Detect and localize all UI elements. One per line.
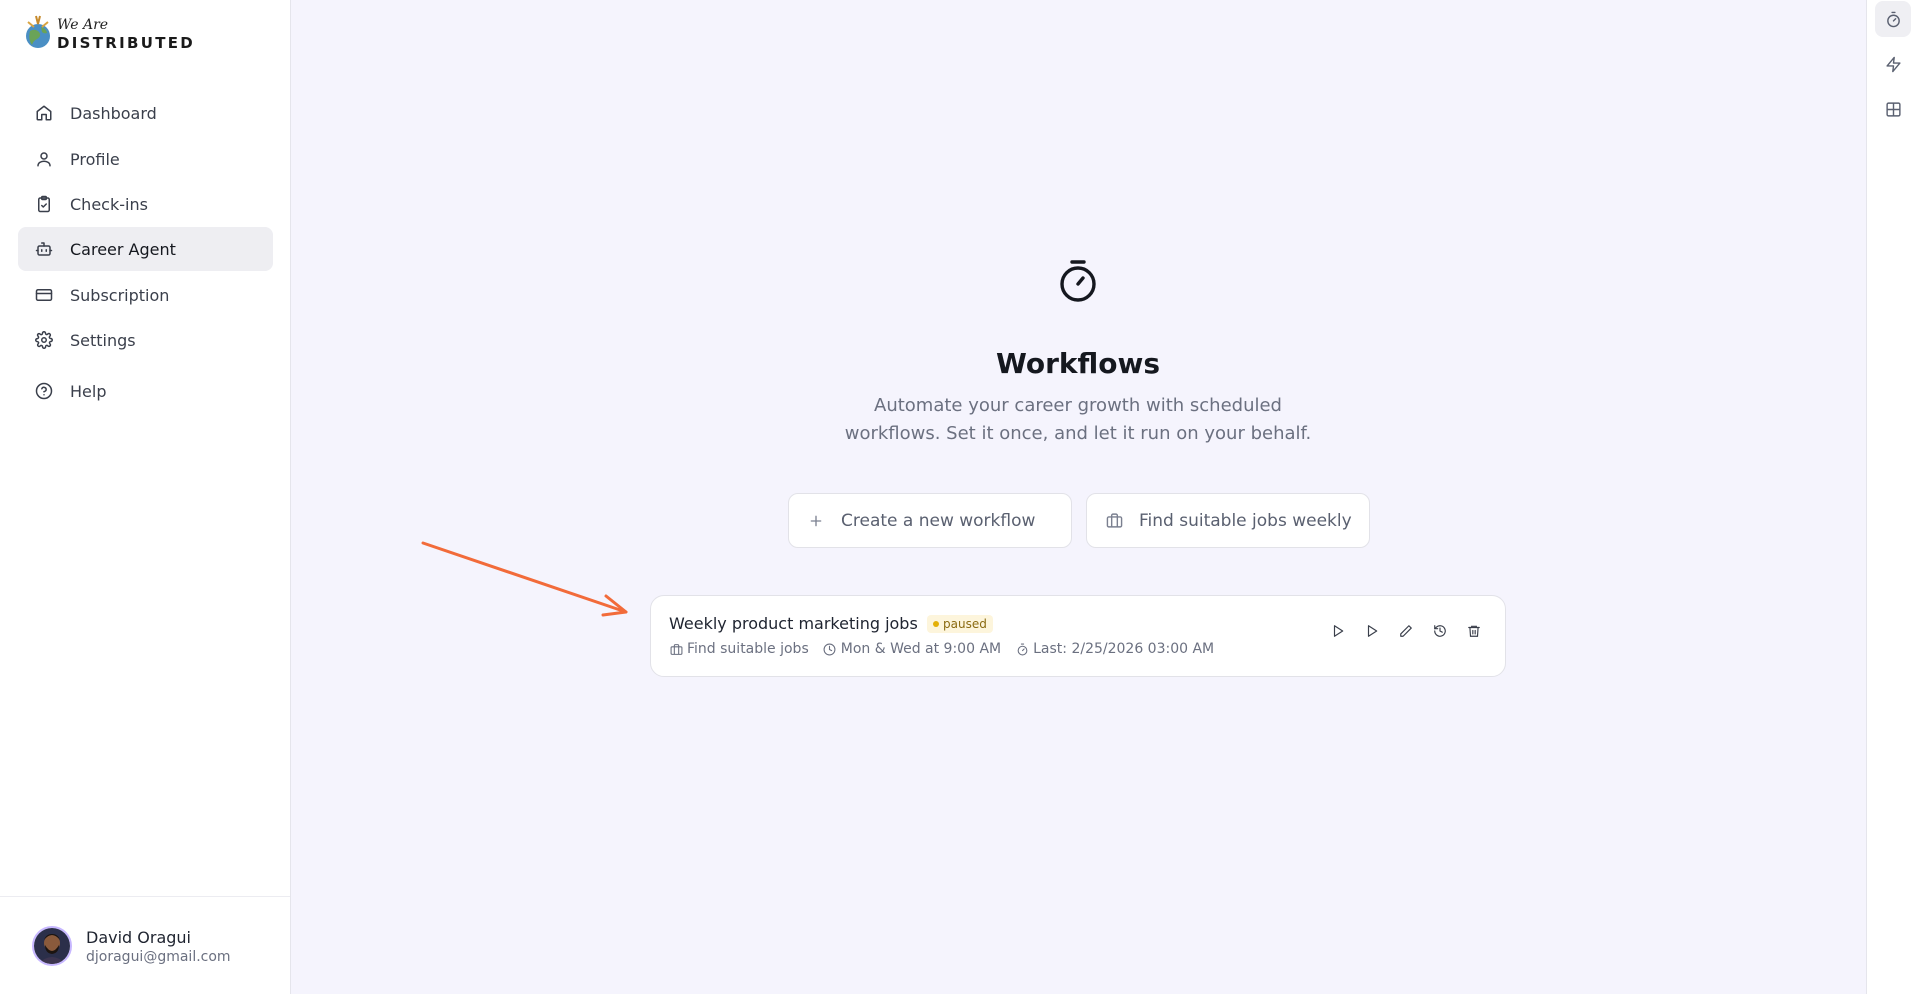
brand-logo[interactable]: We Are DISTRIBUTED xyxy=(24,14,194,58)
rail-workflows-button[interactable] xyxy=(1875,1,1911,37)
clipboard-check-icon xyxy=(34,194,54,214)
sidebar-item-label: Profile xyxy=(70,149,120,169)
globe-logo-icon xyxy=(26,15,50,48)
logo-text-small: We Are xyxy=(57,17,109,33)
workflow-last-run: Last: 2/25/2026 03:00 AM xyxy=(1033,641,1215,657)
avatar[interactable] xyxy=(32,926,72,966)
sidebar-item-label: Help xyxy=(70,381,107,401)
create-workflow-label: Create a new workflow xyxy=(841,510,1036,531)
workflow-schedule: Mon & Wed at 9:00 AM xyxy=(840,641,1002,657)
find-jobs-weekly-label: Find suitable jobs weekly xyxy=(1139,510,1352,531)
history-button[interactable] xyxy=(1427,618,1453,644)
pencil-icon xyxy=(1400,625,1412,637)
page-subtitle: Automate your career growth with schedul… xyxy=(844,395,1312,444)
sidebar-item-label: Dashboard xyxy=(70,103,157,123)
trash-icon xyxy=(1468,625,1480,637)
bot-icon xyxy=(34,239,54,259)
divider xyxy=(0,896,290,897)
sidebar-item-label: Career Agent xyxy=(70,239,176,259)
right-rail xyxy=(1866,0,1920,994)
timer-icon xyxy=(1886,11,1900,27)
sidebar-item-career-agent[interactable]: Career Agent xyxy=(18,227,273,271)
run-now-button[interactable] xyxy=(1359,618,1385,644)
home-icon xyxy=(34,103,54,123)
sidebar-item-profile[interactable]: Profile xyxy=(18,137,273,181)
create-workflow-button[interactable]: Create a new workflow xyxy=(788,493,1072,548)
workflow-actions xyxy=(1317,618,1487,644)
user-profile[interactable]: David Oragui djoragui@gmail.com xyxy=(32,926,231,966)
workflow-name: Weekly product marketing jobs xyxy=(669,614,918,633)
clock-icon xyxy=(823,642,837,656)
page-title: Workflows xyxy=(995,347,1161,380)
user-email: djoragui@gmail.com xyxy=(86,948,231,965)
workflow-type: Find suitable jobs xyxy=(687,641,809,657)
status-badge: paused xyxy=(927,615,993,633)
history-icon xyxy=(1434,625,1446,637)
rail-actions-button[interactable] xyxy=(1875,46,1911,82)
annotation-arrow xyxy=(421,541,628,617)
sidebar-item-subscription[interactable]: Subscription xyxy=(18,273,273,317)
plus-icon xyxy=(807,512,825,530)
edit-button[interactable] xyxy=(1393,618,1419,644)
timer-icon xyxy=(1015,642,1029,656)
sidebar-item-label: Subscription xyxy=(70,285,170,305)
briefcase-icon xyxy=(669,642,683,656)
workflow-card[interactable]: Weekly product marketing jobs paused Fin… xyxy=(650,595,1506,677)
credit-card-icon xyxy=(34,285,54,305)
timer-icon xyxy=(1060,260,1096,302)
zap-icon xyxy=(1885,56,1901,72)
play-icon xyxy=(1367,625,1378,637)
sidebar-item-check-ins[interactable]: Check-ins xyxy=(18,182,273,226)
rail-grid-button[interactable] xyxy=(1875,91,1911,127)
resume-button[interactable] xyxy=(1325,618,1351,644)
logo-text-big: DISTRIBUTED xyxy=(57,34,196,52)
user-icon xyxy=(34,149,54,169)
workflow-meta: Find suitable jobs Mon & Wed at 9:00 AM … xyxy=(669,641,1228,657)
sidebar-item-label: Check-ins xyxy=(70,194,148,214)
briefcase-icon xyxy=(1105,512,1123,530)
delete-button[interactable] xyxy=(1461,618,1487,644)
sidebar-item-dashboard[interactable]: Dashboard xyxy=(18,91,273,135)
grid-icon xyxy=(1885,101,1901,117)
user-name: David Oragui xyxy=(86,927,191,947)
help-circle-icon xyxy=(34,381,54,401)
play-icon xyxy=(1333,625,1344,637)
find-jobs-weekly-button[interactable]: Find suitable jobs weekly xyxy=(1086,493,1370,548)
sidebar: We Are DISTRIBUTED Dashboard Profile Che… xyxy=(0,0,291,994)
